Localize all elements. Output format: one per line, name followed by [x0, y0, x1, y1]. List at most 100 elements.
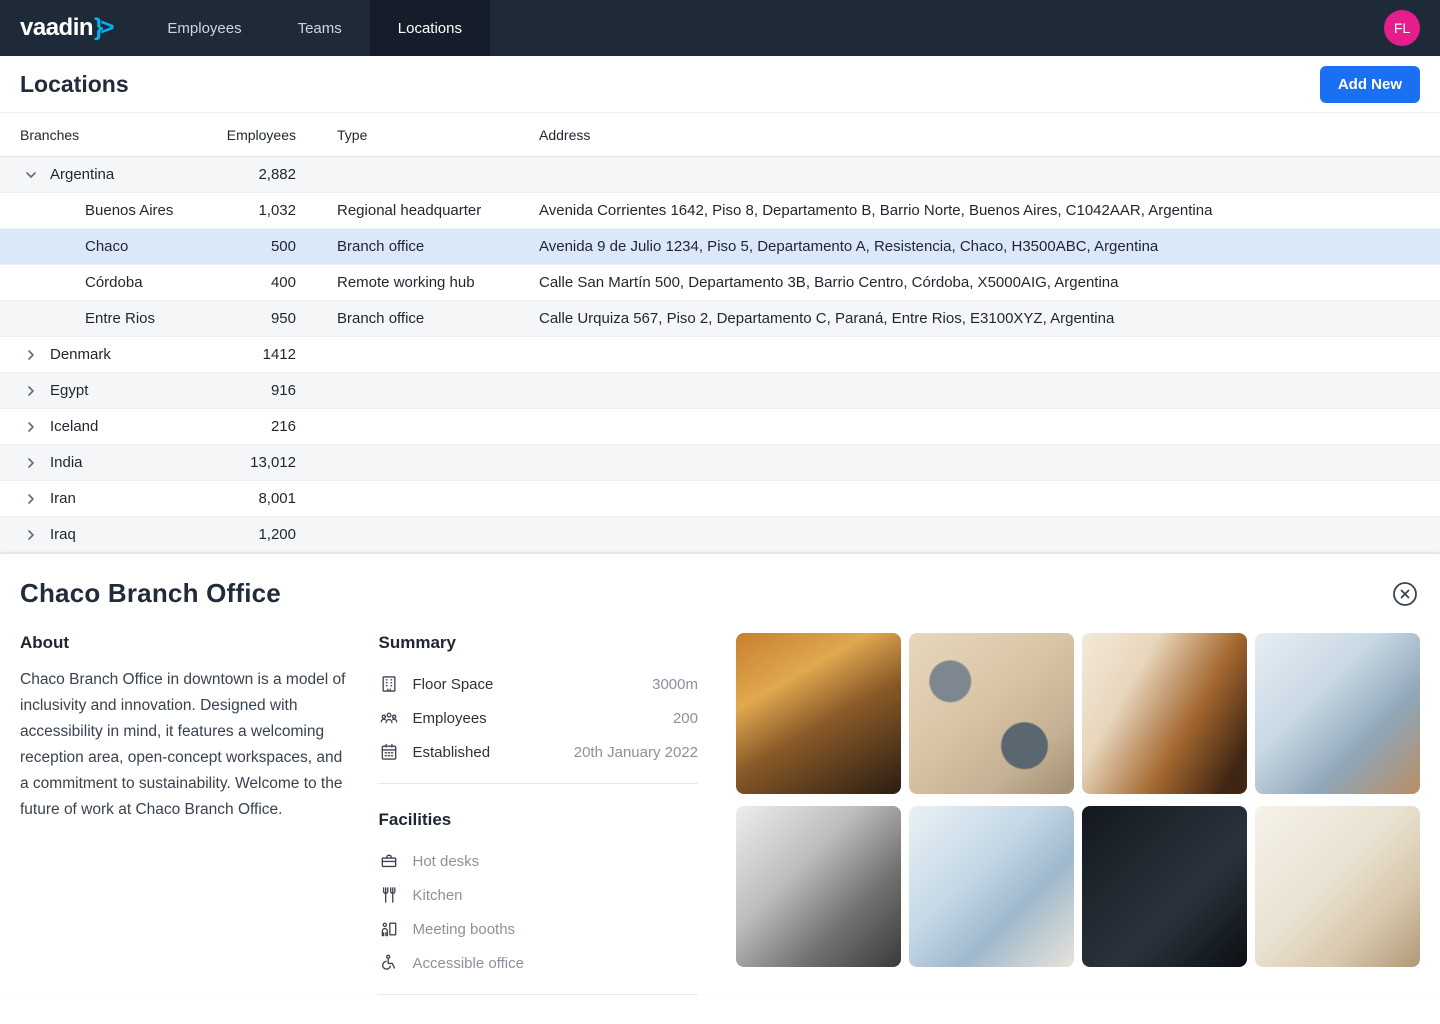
main-nav: Employees Teams Locations: [139, 0, 490, 56]
facilities-divider: [378, 994, 698, 995]
office-photo-7[interactable]: [1082, 806, 1247, 967]
chevron-right-icon[interactable]: [20, 344, 42, 366]
office-photo-1[interactable]: [736, 633, 901, 794]
about-heading: About: [20, 633, 354, 653]
office-photo-8[interactable]: [1255, 806, 1420, 967]
employee-count: 2,882: [176, 166, 296, 183]
detail-body: About Chaco Branch Office in downtown is…: [20, 633, 1420, 995]
app-navbar: vaadin }> Employees Teams Locations FL: [0, 0, 1440, 56]
vaadin-logo[interactable]: vaadin }>: [0, 14, 139, 42]
table-row-argentina[interactable]: Argentina 2,882: [0, 157, 1440, 193]
cutlery-icon: [378, 885, 400, 905]
user-avatar[interactable]: FL: [1384, 10, 1420, 46]
summary-section: Summary Floor Space 3000m: [378, 633, 698, 784]
summary-label: Established: [412, 744, 490, 761]
branch-name: India: [50, 454, 83, 471]
office-photo-5[interactable]: [736, 806, 901, 967]
employee-count: 216: [176, 418, 296, 435]
branch-name: Entre Rios: [85, 310, 155, 327]
summary-label: Floor Space: [412, 676, 493, 693]
column-header-type[interactable]: Type: [296, 127, 498, 143]
nav-item-locations[interactable]: Locations: [370, 0, 490, 56]
branch-name: Córdoba: [85, 274, 143, 291]
chevron-right-icon[interactable]: [20, 488, 42, 510]
branch-type: Remote working hub: [296, 274, 498, 291]
employee-count: 400: [176, 274, 296, 291]
employee-count: 916: [176, 382, 296, 399]
column-header-address[interactable]: Address: [498, 127, 1440, 143]
branch-type: Branch office: [296, 238, 498, 255]
wheelchair-icon: [378, 953, 400, 973]
summary-row-employees: Employees 200: [378, 701, 698, 735]
office-photo-4[interactable]: [1255, 633, 1420, 794]
table-row-iceland[interactable]: Iceland 216: [0, 409, 1440, 445]
facility-label: Kitchen: [412, 887, 462, 904]
hot-desk-icon: [378, 851, 400, 871]
chevron-right-icon[interactable]: [20, 452, 42, 474]
employee-count: 8,001: [176, 490, 296, 507]
detail-header: Chaco Branch Office: [20, 554, 1420, 609]
branch-name: Iceland: [50, 418, 98, 435]
chevron-right-icon[interactable]: [20, 524, 42, 546]
table-row-chaco[interactable]: Chaco 500 Branch office Avenida 9 de Jul…: [0, 229, 1440, 265]
table-row-iraq[interactable]: Iraq 1,200: [0, 517, 1440, 553]
employee-count: 1,200: [176, 526, 296, 543]
detail-title: Chaco Branch Office: [20, 578, 281, 609]
branch-name: Iraq: [50, 526, 76, 543]
logo-mark-icon: }>: [94, 14, 111, 42]
chevron-right-icon[interactable]: [20, 380, 42, 402]
facilities-section: Facilities Hot desks: [378, 810, 698, 995]
summary-value: 20th January 2022: [574, 744, 698, 761]
nav-item-teams[interactable]: Teams: [270, 0, 370, 56]
branch-name: Egypt: [50, 382, 88, 399]
chevron-down-icon[interactable]: [20, 164, 42, 186]
branch-address: Avenida Corrientes 1642, Piso 8, Departa…: [498, 202, 1440, 219]
summary-facilities-column: Summary Floor Space 3000m: [378, 633, 698, 995]
page-header: Locations Add New: [0, 56, 1440, 112]
employee-count: 13,012: [176, 454, 296, 471]
employee-count: 1,032: [176, 202, 296, 219]
table-row-buenos-aires[interactable]: Buenos Aires 1,032 Regional headquarter …: [0, 193, 1440, 229]
facility-accessible-office: Accessible office: [378, 946, 698, 980]
employee-count: 500: [176, 238, 296, 255]
branch-address: Calle San Martín 500, Departamento 3B, B…: [498, 274, 1440, 291]
nav-item-employees[interactable]: Employees: [139, 0, 269, 56]
table-row-india[interactable]: India 13,012: [0, 445, 1440, 481]
table-row-iran[interactable]: Iran 8,001: [0, 481, 1440, 517]
summary-heading: Summary: [378, 633, 698, 653]
facility-label: Hot desks: [412, 853, 479, 870]
branch-name: Buenos Aires: [85, 202, 173, 219]
column-header-employees[interactable]: Employees: [176, 127, 296, 143]
close-icon[interactable]: [1390, 579, 1420, 609]
about-text: Chaco Branch Office in downtown is a mod…: [20, 667, 354, 823]
locations-table: Branches Employees Type Address Argentin…: [0, 112, 1440, 553]
logo-word: vaadin: [20, 14, 93, 42]
office-photo-2[interactable]: [909, 633, 1074, 794]
summary-row-floor-space: Floor Space 3000m: [378, 667, 698, 701]
facility-label: Accessible office: [412, 955, 523, 972]
branch-type: Regional headquarter: [296, 202, 498, 219]
facility-label: Meeting booths: [412, 921, 515, 938]
office-photo-6[interactable]: [909, 806, 1074, 967]
page-title: Locations: [20, 71, 129, 98]
branch-name: Denmark: [50, 346, 111, 363]
column-header-branches[interactable]: Branches: [0, 127, 176, 143]
facility-kitchen: Kitchen: [378, 878, 698, 912]
branch-address: Calle Urquiza 567, Piso 2, Departamento …: [498, 310, 1440, 327]
table-row-entre-rios[interactable]: Entre Rios 950 Branch office Calle Urqui…: [0, 301, 1440, 337]
table-row-cordoba[interactable]: Córdoba 400 Remote working hub Calle San…: [0, 265, 1440, 301]
summary-value: 3000m: [652, 676, 698, 693]
about-section: About Chaco Branch Office in downtown is…: [20, 633, 354, 823]
facility-meeting-booths: Meeting booths: [378, 912, 698, 946]
branch-detail-panel: Chaco Branch Office About Chaco Branch O…: [0, 553, 1440, 995]
facility-hot-desks: Hot desks: [378, 844, 698, 878]
office-photo-3[interactable]: [1082, 633, 1247, 794]
table-row-egypt[interactable]: Egypt 916: [0, 373, 1440, 409]
table-header-row: Branches Employees Type Address: [0, 113, 1440, 157]
table-row-denmark[interactable]: Denmark 1412: [0, 337, 1440, 373]
meeting-booth-icon: [378, 919, 400, 939]
add-new-button[interactable]: Add New: [1320, 66, 1420, 103]
building-icon: [378, 674, 400, 694]
chevron-right-icon[interactable]: [20, 416, 42, 438]
summary-label: Employees: [412, 710, 486, 727]
